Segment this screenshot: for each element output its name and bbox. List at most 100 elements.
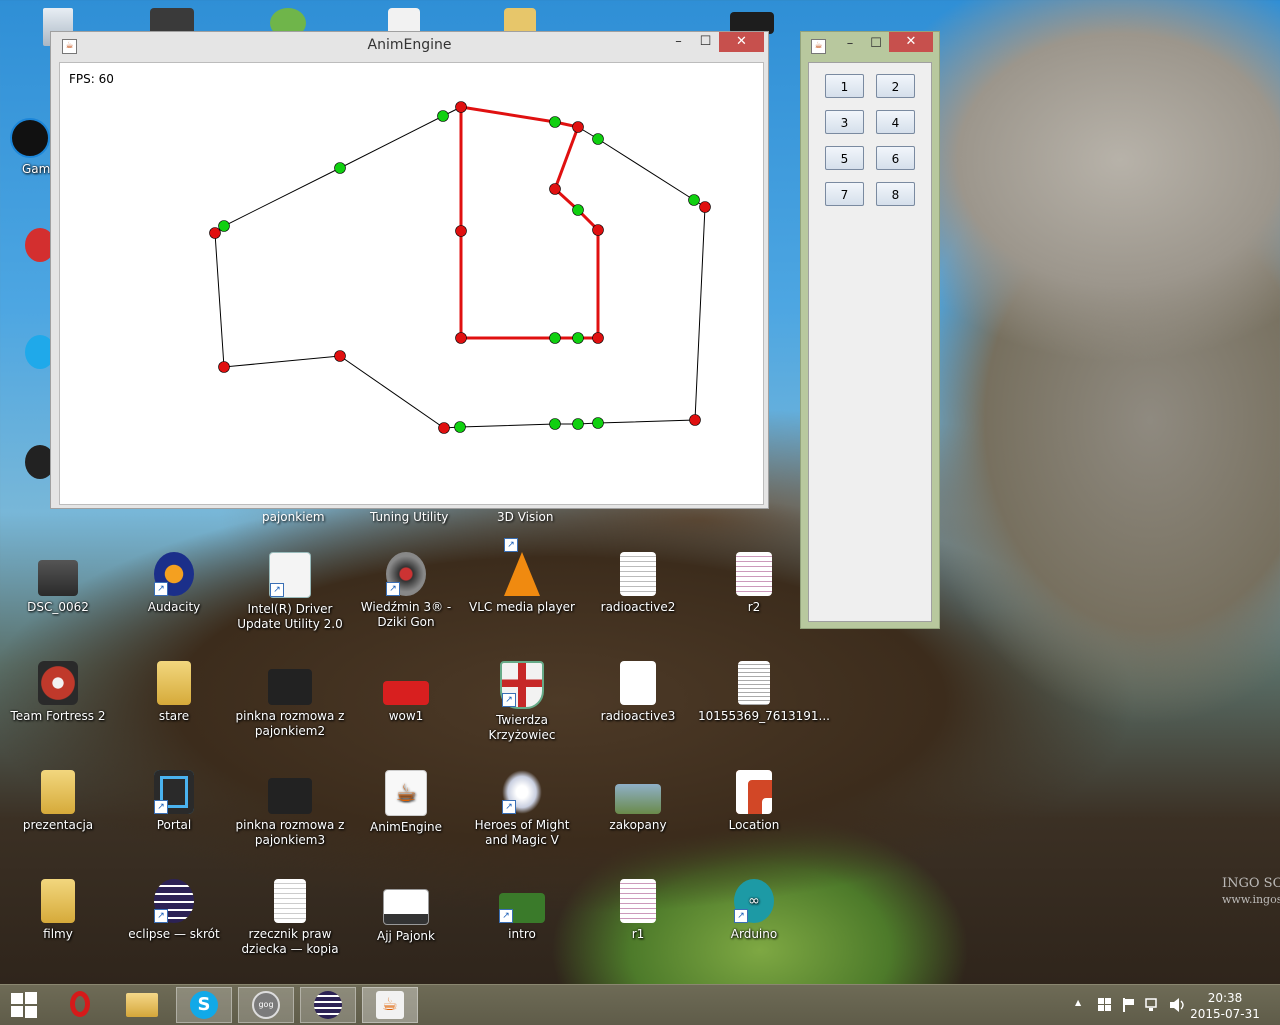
taskbar-gog[interactable]: gog [238, 987, 294, 1023]
close-button[interactable]: ✕ [889, 32, 933, 52]
desktop-icon-radioactive3[interactable]: radioactive3 [582, 661, 694, 724]
desktop-icon-rzecznik[interactable]: rzecznik praw dziecka — kopia [234, 879, 346, 957]
desktop-icon-pinkna2[interactable]: pinkna rozmowa z pajonkiem2 [234, 661, 346, 739]
animengine-window[interactable]: ☕ AnimEngine – ☐ ✕ FPS: 60 [50, 31, 769, 509]
desktop-icon-eclipse[interactable]: ↗ eclipse — skrót [118, 879, 230, 942]
button-5[interactable]: 5 [825, 146, 864, 170]
red-control-point[interactable] [455, 332, 467, 344]
desktop-icon-heroes[interactable]: ↗ Heroes of Might and Magic V [466, 770, 578, 848]
red-control-point[interactable] [455, 225, 467, 237]
audacity-icon: ↗ [154, 552, 194, 596]
desktop-icon-arduino[interactable]: ∞ ↗ Arduino [698, 879, 810, 942]
volume-icon[interactable] [1170, 998, 1186, 1012]
green-control-point[interactable] [572, 418, 584, 430]
portal-icon: ↗ [154, 770, 194, 814]
green-control-point[interactable] [454, 421, 466, 433]
desktop-icon-r2[interactable]: r2 [698, 552, 810, 615]
witcher-icon: ↗ [386, 552, 426, 596]
minimize-button[interactable]: – [665, 32, 692, 52]
desktop-icon-prezentacja[interactable]: prezentacja [2, 770, 114, 833]
button-2[interactable]: 2 [876, 74, 915, 98]
green-control-point[interactable] [592, 417, 604, 429]
arduino-icon: ∞ ↗ [734, 879, 774, 923]
button-3[interactable]: 3 [825, 110, 864, 134]
eclipse-icon [314, 991, 342, 1019]
start-button[interactable] [0, 987, 48, 1023]
wallpaper-watermark: INGO SC www.ingosc [1222, 876, 1280, 908]
desktop-icon-animengine[interactable]: ☕ AnimEngine [350, 770, 462, 835]
taskbar-java[interactable]: ☕ [362, 987, 418, 1023]
green-control-point[interactable] [688, 194, 700, 206]
red-control-point[interactable] [689, 414, 701, 426]
desktop-icon-wow1[interactable]: wow1 [350, 661, 462, 724]
red-control-point[interactable] [572, 121, 584, 133]
show-hidden-icons[interactable]: ▲ [1075, 998, 1081, 1007]
sheet-music-icon [620, 879, 656, 923]
clock[interactable]: 20:38 2015-07-31 [1190, 990, 1260, 1022]
green-control-point[interactable] [549, 418, 561, 430]
network-icon[interactable] [1145, 998, 1161, 1012]
red-control-point[interactable] [699, 201, 711, 213]
green-control-point[interactable] [334, 162, 346, 174]
desktop-icon-twierdza[interactable]: ↗ Twierdza Krzyżowiec [466, 661, 578, 743]
desktop-icon-pinkna3[interactable]: pinkna rozmowa z pajonkiem3 [234, 770, 346, 848]
minimize-button[interactable]: – [835, 34, 865, 54]
button-8[interactable]: 8 [876, 182, 915, 206]
taskbar-eclipse[interactable] [300, 987, 356, 1023]
desktop-icon-intel[interactable]: ↗ Intel(R) Driver Update Utility 2.0 [234, 552, 346, 632]
maximize-button[interactable]: ☐ [863, 34, 889, 54]
desktop-icon-radioactive2[interactable]: radioactive2 [582, 552, 694, 615]
flag-icon[interactable] [1122, 998, 1136, 1012]
green-control-point[interactable] [549, 116, 561, 128]
red-control-point[interactable] [218, 361, 230, 373]
desktop-icon-r1[interactable]: r1 [582, 879, 694, 942]
desktop-icon-portal[interactable]: ↗ Portal [118, 770, 230, 833]
desktop-icon-audacity[interactable]: ↗ Audacity [118, 552, 230, 615]
desktop-icon-label: AnimEngine [370, 820, 442, 834]
green-control-point[interactable] [572, 204, 584, 216]
maximize-button[interactable]: ☐ [692, 32, 719, 52]
taskbar-explorer[interactable] [114, 987, 170, 1023]
taskbar-opera[interactable] [52, 987, 108, 1023]
desktop-icon-label: Arduino [730, 927, 778, 941]
green-control-point[interactable] [437, 110, 449, 122]
desktop-icon-intro[interactable]: ↗ intro [466, 879, 578, 942]
red-control-point[interactable] [592, 224, 604, 236]
desktop-icon-tf2[interactable]: Team Fortress 2 [2, 661, 114, 724]
button-1[interactable]: 1 [825, 74, 864, 98]
desktop-icon-filmy[interactable]: filmy [2, 879, 114, 942]
red-control-point[interactable] [455, 101, 467, 113]
desktop-icon-location[interactable]: Location [698, 770, 810, 833]
red-control-point[interactable] [209, 227, 221, 239]
desktop-icon-file1015[interactable]: 10155369_7613191... [698, 661, 830, 724]
red-control-point[interactable] [438, 422, 450, 434]
desktop-icon-wiedzmin[interactable]: ↗ Wiedźmin 3® - Dziki Gon [350, 552, 462, 630]
green-control-point[interactable] [592, 133, 604, 145]
animation-canvas[interactable]: FPS: 60 [59, 62, 764, 505]
red-control-point[interactable] [334, 350, 346, 362]
powerpoint-icon [736, 770, 772, 814]
desktop-icon-zakopany[interactable]: zakopany [582, 770, 694, 833]
opera-icon [70, 991, 90, 1017]
taskbar-skype[interactable]: S [176, 987, 232, 1023]
red-control-point[interactable] [592, 332, 604, 344]
desktop-icon-dsc[interactable]: DSC_0062 [2, 552, 114, 615]
title-bar[interactable]: ☕ AnimEngine – ☐ ✕ [51, 32, 768, 60]
desktop-icon-ajj[interactable]: Ajj Pajonk [350, 879, 462, 944]
close-button[interactable]: ✕ [719, 32, 764, 52]
desktop-icon-stare[interactable]: stare [118, 661, 230, 724]
green-control-point[interactable] [572, 332, 584, 344]
button-6[interactable]: 6 [876, 146, 915, 170]
green-control-point[interactable] [218, 220, 230, 232]
shortcut-arrow-icon: ↗ [499, 909, 513, 923]
red-control-point[interactable] [549, 183, 561, 195]
buttons-window[interactable]: ☕ – ☐ ✕ 1 2 3 4 5 6 7 8 [800, 31, 940, 629]
green-control-point[interactable] [549, 332, 561, 344]
desktop-icon-vlc[interactable]: ↗ VLC media player [466, 538, 578, 615]
clock-date: 2015-07-31 [1190, 1007, 1260, 1021]
desktop-icon-label: rzecznik praw dziecka — kopia [241, 927, 339, 956]
shortcut-arrow-icon: ↗ [734, 909, 748, 923]
button-4[interactable]: 4 [876, 110, 915, 134]
action-center-icon[interactable] [1098, 998, 1112, 1012]
button-7[interactable]: 7 [825, 182, 864, 206]
